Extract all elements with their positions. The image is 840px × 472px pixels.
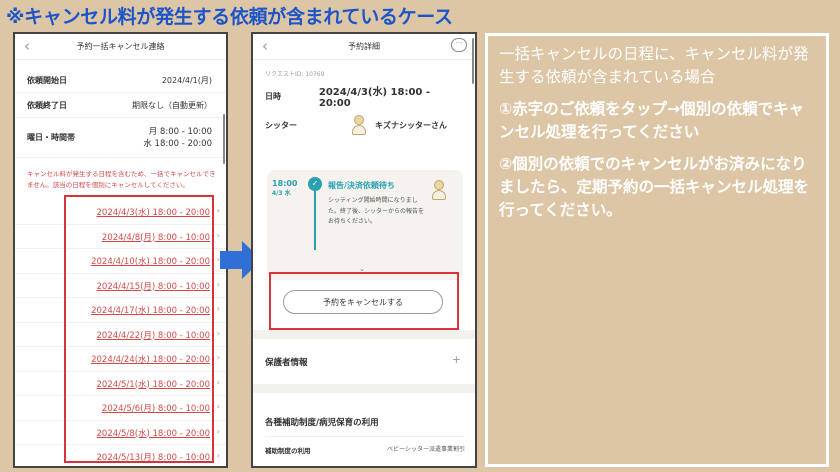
scrollbar[interactable] [223, 114, 225, 164]
check-icon: ✓ [308, 177, 322, 191]
chevron-right-icon: › [216, 279, 220, 289]
timeline-date: 4/3 水 [272, 190, 291, 197]
schedule-row: 曜日・時間帯 月 8:00 - 10:00 水 18:00 - 20:00 [15, 118, 226, 158]
highlight-box-dates [64, 195, 214, 463]
datetime-value: 2024/4/3(水) 18:00 - 20:00 [318, 87, 431, 109]
scrollbar[interactable] [472, 38, 474, 84]
divider [265, 436, 465, 437]
subsidy-value: ベビーシッター派遣事業割引 [387, 446, 465, 453]
subsidy-heading: 各種補助制度/病児保育の利用 [265, 418, 379, 428]
timeline-time: 18:00 4/3 水 [272, 179, 297, 199]
end-date-row: 依頼終了日 期限なし（自動更新） [15, 93, 226, 118]
schedule-line-mon: 月 8:00 - 10:00 [148, 126, 212, 137]
schedule-line-wed: 水 18:00 - 20:00 [143, 138, 212, 149]
chevron-right-icon: › [216, 426, 220, 436]
end-date-value: 期限なし（自動更新） [132, 100, 212, 110]
chevron-right-icon: › [216, 377, 220, 387]
divider [253, 384, 475, 393]
explanation-step-1: ①赤字のご依頼をタップ→個別の依頼でキャンセル処理を行ってください [499, 100, 805, 141]
timeline-line [314, 190, 316, 250]
sitter-avatar [351, 115, 367, 135]
datetime-label: 日時 [265, 91, 281, 101]
back-icon[interactable]: ‹ [24, 37, 30, 55]
timeline-status: 報告/決済依頼待ち [328, 181, 395, 190]
schedule-label: 曜日・時間帯 [27, 133, 75, 142]
nav-bar: ‹ 予約詳細 ··· [253, 34, 475, 60]
request-id: リクエストID: 10769 [265, 71, 325, 78]
timeline-time-value: 18:00 [272, 179, 298, 188]
sitter-row[interactable]: シッター キズナシッターさん [253, 108, 475, 142]
sitter-label: シッター [265, 120, 297, 130]
slide-title: ※キャンセル料が発生する依頼が含まれているケース [6, 6, 453, 28]
subsidy-label: 補助制度の利用 [265, 447, 311, 455]
back-icon[interactable]: ‹ [262, 37, 268, 55]
chevron-right-icon: › [216, 230, 220, 240]
chevron-right-icon: › [216, 451, 220, 460]
chevron-right-icon: › [216, 304, 220, 313]
chevron-right-icon: › [216, 402, 220, 411]
sitter-name: キズナシッターさん [375, 120, 447, 130]
booking-detail-screen: ‹ 予約詳細 ··· リクエストID: 10769 日時 2024/4/3(水)… [251, 32, 477, 468]
chat-icon[interactable]: ··· [451, 38, 467, 52]
divider [253, 330, 475, 339]
nav-bar: ‹ 予約一括キャンセル連絡 [15, 34, 226, 60]
schedule-value: 月 8:00 - 10:00 水 18:00 - 20:00 [143, 126, 212, 150]
plus-icon[interactable]: + [452, 353, 461, 366]
start-date-label: 依頼開始日 [27, 75, 67, 85]
chevron-right-icon: › [216, 353, 220, 362]
cancel-fee-notice: キャンセル料が発生する日程を含むため、一括でキャンセルできません。該当の日程を個… [27, 170, 216, 189]
sitter-avatar [431, 180, 447, 200]
explanation-panel: 一括キャンセルの日程に、キャンセル料が発生する依頼が含まれている場合 ①赤字のご… [485, 33, 829, 467]
screen-title: 予約一括キャンセル連絡 [76, 42, 165, 51]
chevron-right-icon: › [216, 206, 220, 215]
chevron-right-icon: › [216, 328, 220, 338]
end-date-label: 依頼終了日 [27, 100, 67, 110]
guardian-info-heading: 保護者情報 [265, 358, 308, 368]
datetime-row: 日時 2024/4/3(水) 18:00 - 20:00 [253, 84, 475, 109]
explanation-step-2: ②個別の依頼でのキャンセルがお済みになりましたら、定期予約の一括キャンセル処理を… [499, 155, 810, 219]
screen-title: 予約詳細 [348, 42, 380, 51]
status-timeline: 18:00 4/3 水 ✓ 報告/決済依頼待ち シッティング開始時間になりました… [267, 170, 463, 280]
explanation-intro: 一括キャンセルの日程に、キャンセル料が発生する依頼が含まれている場合 [499, 45, 809, 86]
highlight-box-cancel [269, 272, 459, 330]
timeline-message: シッティング開始時間になりました。終了後、シッターからの報告をお待ちください。 [328, 197, 425, 225]
start-date-row: 依頼開始日 2024/4/1(月) [15, 68, 226, 93]
start-date-value: 2024/4/1(月) [161, 75, 212, 85]
